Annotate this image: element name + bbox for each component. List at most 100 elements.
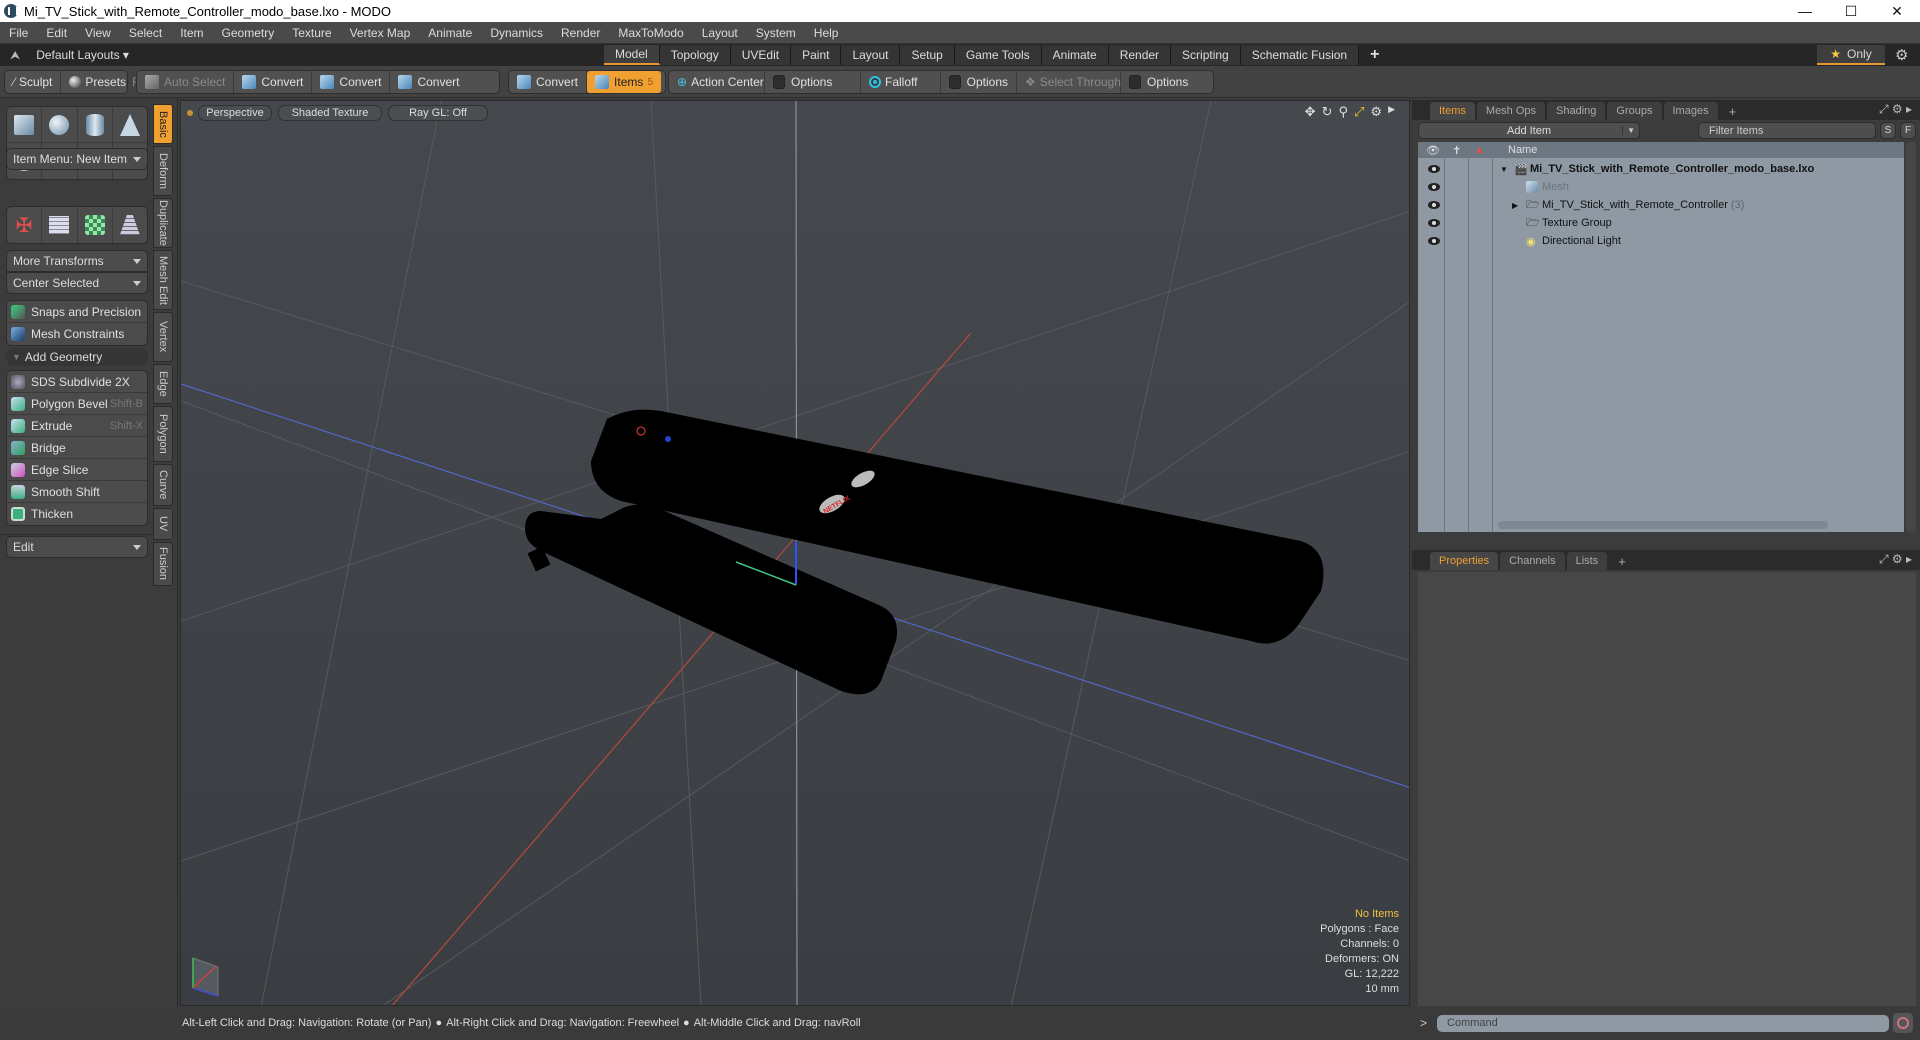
fit-icon[interactable]: ⤢ — [1354, 104, 1364, 120]
tab-channels[interactable]: Channels — [1500, 552, 1565, 570]
bridge-button[interactable]: Bridge — [7, 437, 147, 459]
extrude-button[interactable]: Extrude Shift-X — [7, 415, 147, 437]
falloff-options-button[interactable]: Options — [941, 71, 1017, 93]
tree-item-texture-group[interactable]: 🗁 Texture Group — [1418, 214, 1898, 232]
tab-groups[interactable]: Groups — [1607, 102, 1662, 120]
menu-vertex-map[interactable]: Vertex Map — [341, 26, 420, 40]
add-tab-button[interactable]: + — [1720, 102, 1746, 120]
visibility-eye-icon[interactable] — [1428, 183, 1440, 191]
transform-tool[interactable]: ✠ — [7, 207, 43, 243]
expand-arrow-icon[interactable]: ▶ — [1512, 201, 1518, 210]
vtab-mesh-edit[interactable]: Mesh Edit — [153, 250, 173, 310]
visibility-eye-icon[interactable] — [1428, 165, 1440, 173]
menu-maxtomodo[interactable]: MaxToModo — [609, 26, 692, 40]
menu-geometry[interactable]: Geometry — [213, 26, 284, 40]
menu-render[interactable]: Render — [552, 26, 609, 40]
menu-system[interactable]: System — [747, 26, 805, 40]
smooth-shift-button[interactable]: Smooth Shift — [7, 481, 147, 503]
visibility-column-icon[interactable]: 👁 — [1426, 144, 1440, 157]
menu-texture[interactable]: Texture — [283, 26, 340, 40]
layout-up-icon[interactable]: ⮝ — [10, 48, 20, 63]
tab-shading[interactable]: Shading — [1547, 102, 1606, 120]
tab-uvedit[interactable]: UVEdit — [730, 45, 792, 65]
vtab-curve[interactable]: Curve — [153, 464, 173, 506]
menu-edit[interactable]: Edit — [37, 26, 76, 40]
tree-item-light[interactable]: ◉ Directional Light — [1418, 232, 1898, 250]
zoom-icon[interactable]: ⚲ — [1338, 104, 1348, 120]
vtab-polygon[interactable]: Polygon — [153, 406, 173, 462]
expand-arrow-icon[interactable]: ▶ — [1388, 104, 1395, 120]
s-button[interactable]: S — [1880, 122, 1896, 139]
tab-properties[interactable]: Properties — [1430, 552, 1499, 570]
tab-schematic-fusion[interactable]: Schematic Fusion — [1240, 45, 1360, 65]
sculpt-button[interactable]: ⁄ Sculpt — [5, 71, 62, 93]
tab-render[interactable]: Render — [1108, 45, 1172, 65]
sphere-tool[interactable] — [42, 107, 78, 142]
menu-animate[interactable]: Animate — [419, 26, 481, 40]
close-button[interactable]: ✕ — [1874, 0, 1920, 22]
vtab-fusion[interactable]: Fusion — [153, 542, 173, 586]
taper-tool[interactable] — [113, 207, 147, 243]
convert-edges-button[interactable]: Convert — [312, 71, 391, 93]
add-geometry-header[interactable]: ▼ Add Geometry — [6, 348, 148, 366]
filter-items-input[interactable]: Filter Items — [1698, 122, 1876, 139]
command-input[interactable]: Command — [1437, 1014, 1890, 1032]
menu-help[interactable]: Help — [805, 26, 848, 40]
tab-scripting[interactable]: Scripting — [1171, 45, 1241, 65]
sds-subdivide-button[interactable]: SDS Subdivide 2X — [7, 371, 147, 393]
raygl-button[interactable]: Ray GL: Off — [388, 105, 488, 121]
items-mode-button[interactable]: Items 5 — [587, 71, 662, 93]
expand-arrow-icon[interactable]: ▼ — [1500, 165, 1508, 174]
menu-dynamics[interactable]: Dynamics — [481, 26, 552, 40]
auto-select-button[interactable]: Auto Select — [137, 71, 235, 93]
cube-tool[interactable] — [7, 107, 43, 142]
rotate-icon[interactable]: ↻ — [1322, 104, 1333, 120]
cylinder-tool[interactable] — [78, 107, 113, 142]
f-button[interactable]: F — [1900, 122, 1916, 139]
convert-items-button[interactable]: Convert — [509, 71, 588, 93]
record-button[interactable] — [1893, 1013, 1914, 1033]
tree-item-mesh[interactable]: Mesh — [1418, 178, 1898, 196]
tab-model[interactable]: Model — [604, 45, 660, 65]
vtab-duplicate[interactable]: Duplicate — [153, 198, 173, 248]
tab-lists[interactable]: Lists — [1566, 552, 1608, 570]
horizontal-scrollbar[interactable] — [1498, 521, 1828, 529]
vtab-deform[interactable]: Deform — [153, 146, 173, 196]
tab-game-tools[interactable]: Game Tools — [954, 45, 1042, 65]
viewport-settings-icon[interactable]: ⚙ — [1370, 104, 1382, 120]
pan-icon[interactable]: ✥ — [1305, 104, 1316, 120]
add-tab-button[interactable]: + — [1609, 552, 1635, 570]
perspective-button[interactable]: Perspective — [198, 105, 272, 121]
tab-mesh-ops[interactable]: Mesh Ops — [1476, 102, 1546, 120]
action-center-button[interactable]: ⊕ Action Center — [669, 71, 765, 93]
settings-gear-icon[interactable]: ⚙ — [1895, 46, 1908, 64]
edit-dropdown[interactable]: Edit — [6, 536, 148, 558]
vtab-uv[interactable]: UV — [153, 508, 173, 540]
cone-tool[interactable] — [113, 107, 147, 142]
edge-slice-button[interactable]: Edge Slice — [7, 459, 147, 481]
menu-layout[interactable]: Layout — [693, 26, 747, 40]
panel-controls-icon[interactable]: ⤢ ⚙ ▸ — [1879, 552, 1912, 567]
menu-select[interactable]: Select — [120, 26, 171, 40]
texture-cube-tool[interactable] — [78, 207, 113, 243]
shading-mode-button[interactable]: Shaded Texture — [278, 105, 382, 121]
tab-topology[interactable]: Topology — [659, 45, 731, 65]
tree-item-scene[interactable]: ▼ 🎬 Mi_TV_Stick_with_Remote_Controller_mod… — [1418, 160, 1898, 178]
select-options-button[interactable]: Options — [1121, 71, 1196, 93]
visibility-eye-icon[interactable] — [1428, 237, 1440, 245]
add-layout-tab-button[interactable]: + — [1359, 45, 1390, 65]
snaps-and-precision-button[interactable]: Snaps and Precision — [7, 301, 147, 323]
action-options-button[interactable]: Options — [765, 71, 861, 93]
only-toggle[interactable]: ★ Only — [1817, 45, 1885, 65]
more-transforms-dropdown[interactable]: More Transforms — [6, 250, 148, 272]
add-item-dropdown[interactable]: Add Item ▼ — [1418, 122, 1640, 139]
visibility-eye-icon[interactable] — [1428, 219, 1440, 227]
default-layouts-dropdown[interactable]: Default Layouts ▾ — [36, 48, 129, 62]
vtab-vertex[interactable]: Vertex — [153, 312, 173, 362]
menu-item[interactable]: Item — [171, 26, 212, 40]
tab-items[interactable]: Items — [1430, 102, 1475, 120]
tab-layout[interactable]: Layout — [841, 45, 901, 65]
item-menu-dropdown[interactable]: Item Menu: New Item — [6, 148, 148, 170]
convert-polygons-button[interactable]: Convert — [390, 71, 467, 93]
tab-setup[interactable]: Setup — [900, 45, 955, 65]
